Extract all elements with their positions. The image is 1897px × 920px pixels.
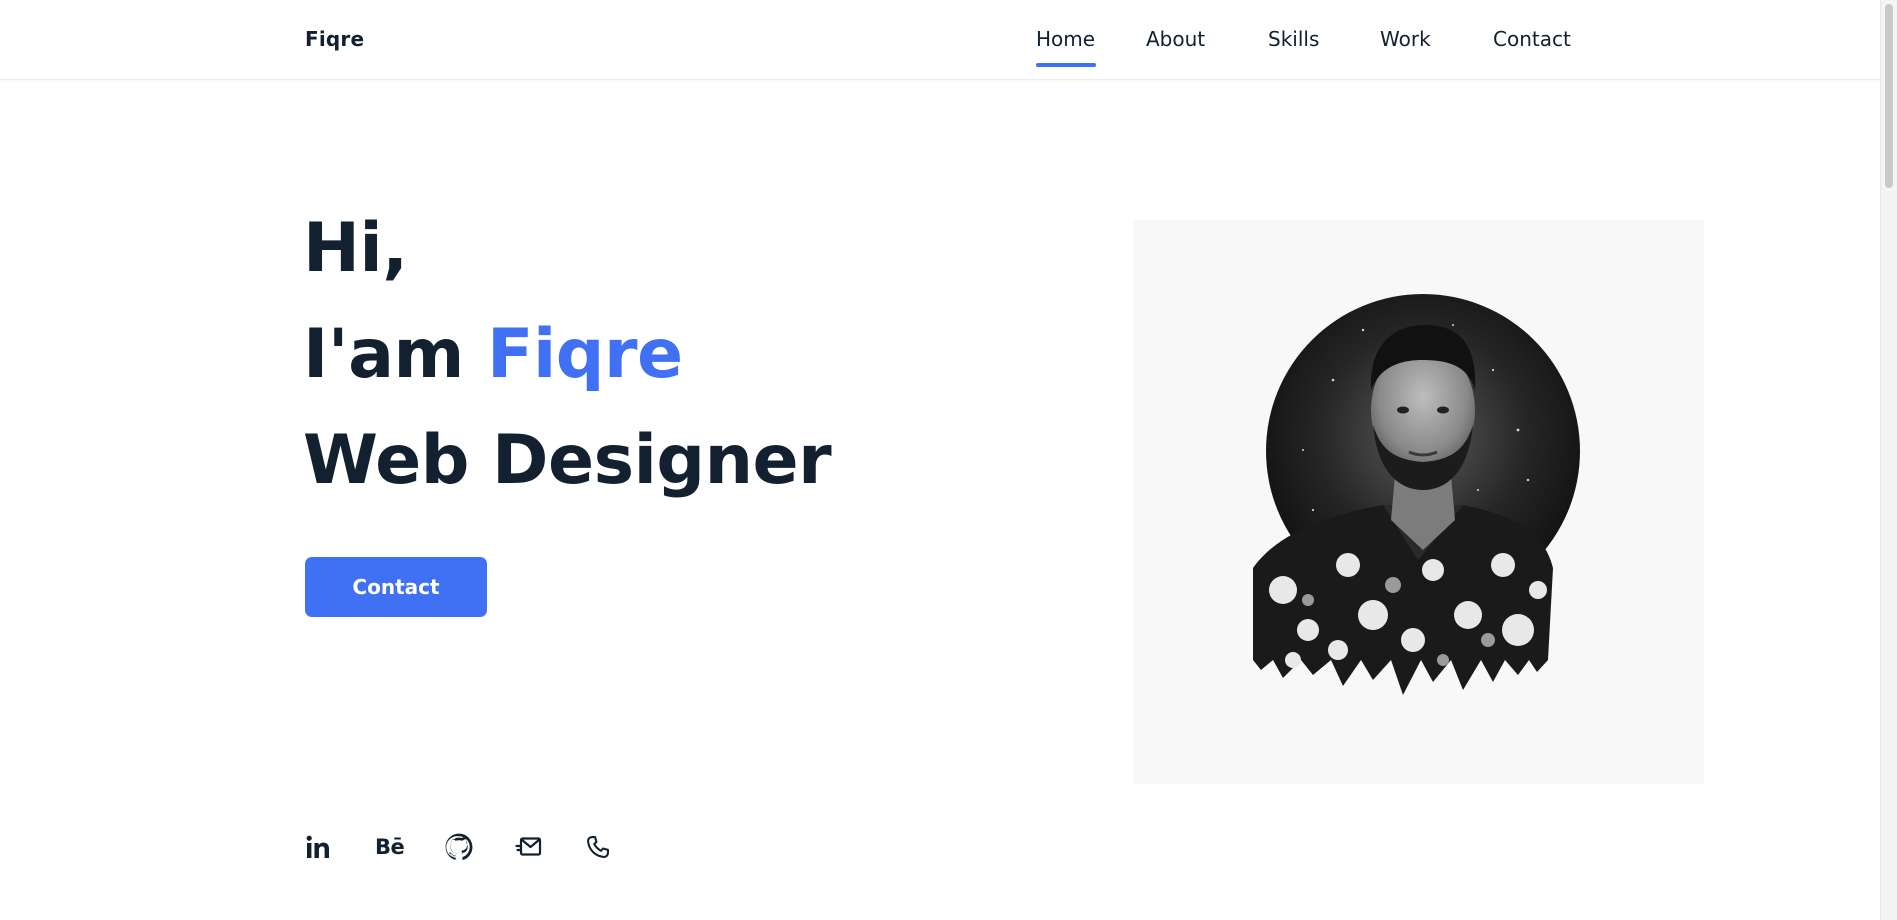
hero-greeting: Hi, — [303, 209, 408, 288]
nav-link-work-label: Work — [1380, 27, 1431, 51]
nav-link-skills-label: Skills — [1268, 27, 1320, 51]
site-header: Fiqre Home About Skills Work Contact — [0, 0, 1880, 80]
hero-title: Hi, I'am Fiqre Web Designer — [303, 196, 832, 514]
contact-button[interactable]: Contact — [305, 557, 487, 617]
github-icon — [445, 833, 473, 860]
phone-link[interactable] — [585, 830, 655, 864]
hero-intro: I'am Fiqre — [303, 302, 831, 408]
phone-icon — [587, 836, 609, 858]
nav-link-about[interactable]: About — [1146, 0, 1268, 79]
profile-photo-card — [1133, 220, 1704, 784]
nav-link-home[interactable]: Home — [1036, 0, 1146, 79]
linkedin-icon — [306, 835, 329, 858]
nav-link-skills[interactable]: Skills — [1268, 0, 1380, 79]
behance-icon: Bē — [375, 835, 405, 859]
scrollbar-thumb[interactable] — [1885, 4, 1893, 188]
behance-link[interactable]: Bē — [375, 830, 445, 864]
page: Fiqre Home About Skills Work Contact Hi,… — [0, 0, 1897, 920]
profile-photo — [1253, 294, 1580, 695]
nav-link-home-label: Home — [1036, 27, 1096, 51]
active-nav-underline — [1036, 63, 1096, 67]
page-scrollbar[interactable] — [1880, 0, 1897, 920]
nav-link-contact[interactable]: Contact — [1493, 0, 1593, 79]
nav-link-work[interactable]: Work — [1380, 0, 1493, 79]
linkedin-link[interactable] — [305, 830, 375, 864]
nav-link-contact-label: Contact — [1493, 27, 1571, 51]
main-nav: Home About Skills Work Contact — [1036, 0, 1593, 79]
email-link[interactable] — [515, 830, 585, 864]
nav-link-about-label: About — [1146, 27, 1206, 51]
github-link[interactable] — [445, 830, 515, 864]
hero-role: Web Designer — [303, 421, 832, 500]
hero-intro-prefix: I'am — [303, 315, 488, 394]
social-links: Bē — [305, 830, 655, 864]
mail-icon — [515, 837, 542, 856]
hero-name: Fiqre — [487, 315, 683, 394]
site-logo[interactable]: Fiqre — [305, 27, 364, 51]
